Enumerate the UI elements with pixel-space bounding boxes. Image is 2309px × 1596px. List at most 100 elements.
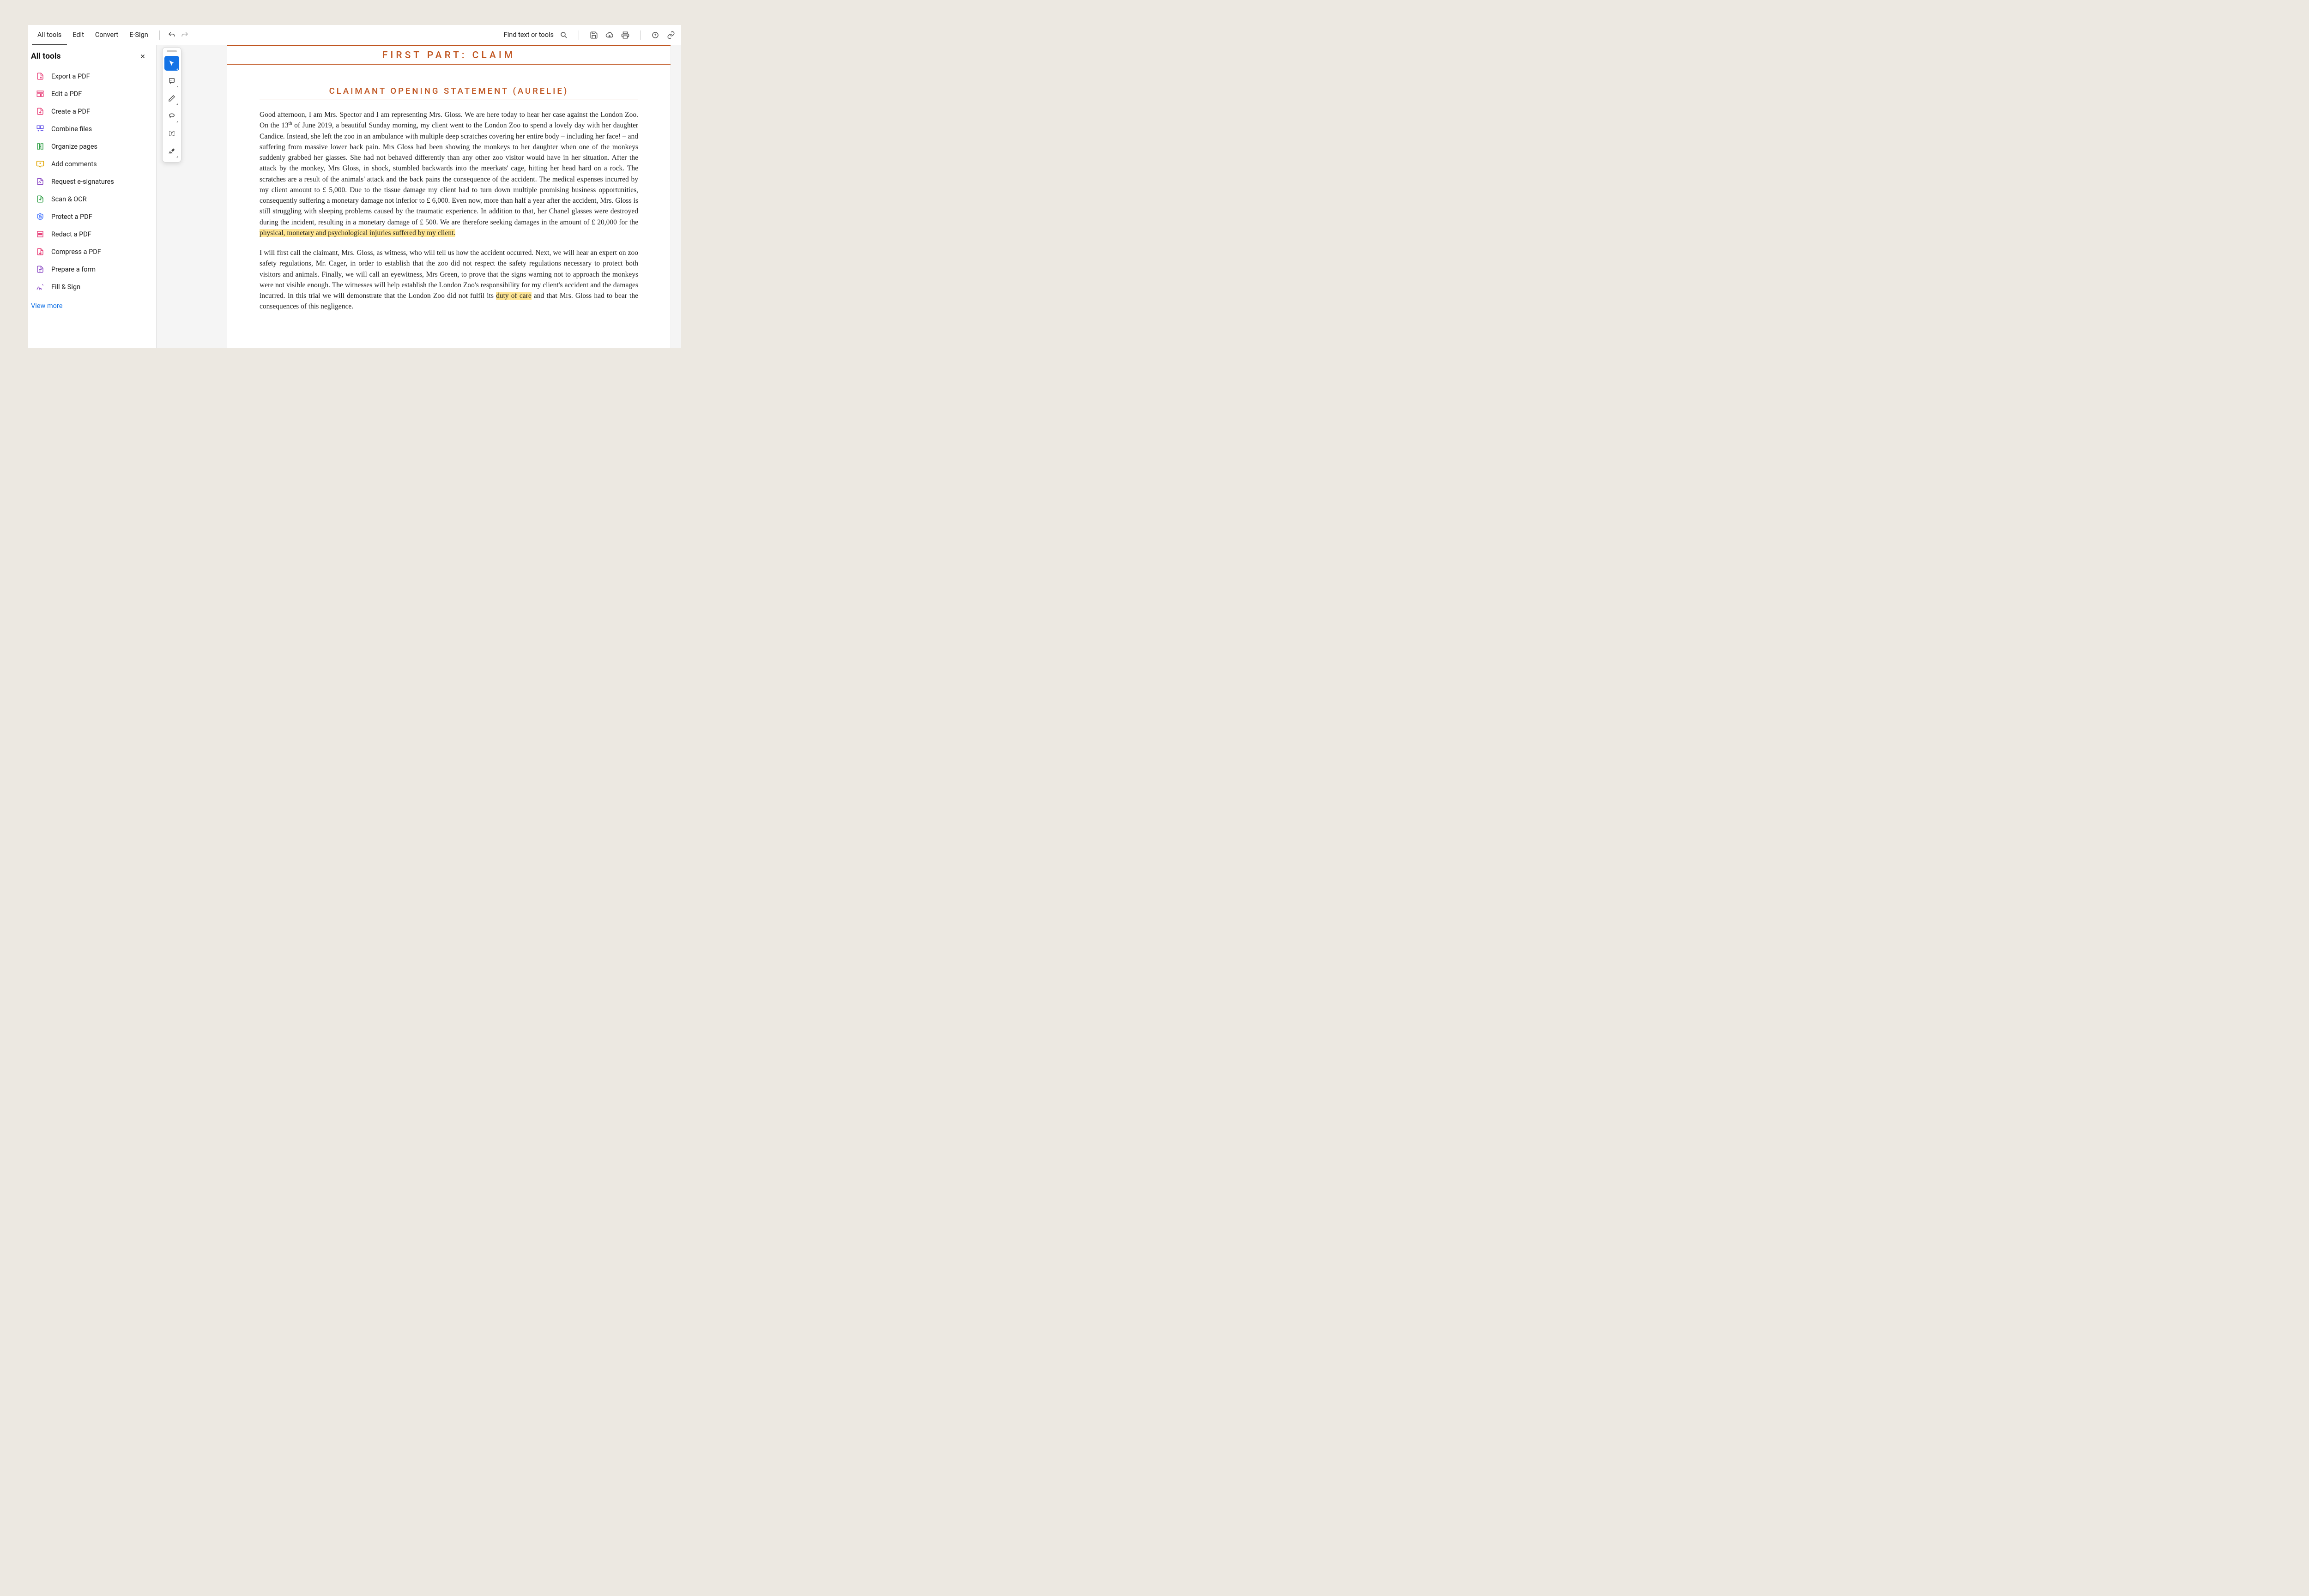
menu-label: Convert — [95, 31, 118, 39]
divider — [640, 30, 641, 40]
highlight-1: physical, monetary and psychological inj… — [260, 229, 455, 237]
tool-label: Request e-signatures — [51, 178, 114, 186]
tool-redact-a-pdf[interactable]: Redact a PDF — [28, 225, 156, 243]
tool-combine-files[interactable]: Combine files — [28, 120, 156, 138]
toolbar-left: All tools Edit Convert E-Sign — [32, 25, 191, 45]
tool-label: Add comments — [51, 160, 97, 168]
tool-add-comments[interactable]: Add comments — [28, 155, 156, 173]
close-sidebar-button[interactable] — [139, 53, 149, 60]
ai-button[interactable] — [649, 29, 662, 42]
tool-icon — [36, 72, 45, 81]
save-button[interactable] — [587, 29, 600, 42]
close-icon — [139, 53, 146, 60]
menu-edit[interactable]: Edit — [67, 25, 90, 45]
redo-button[interactable] — [178, 29, 191, 42]
print-icon — [621, 31, 629, 39]
toolbar-right: Find text or tools — [504, 29, 677, 42]
redo-icon — [181, 31, 189, 39]
menu-esign[interactable]: E-Sign — [124, 25, 154, 45]
tool-label: Protect a PDF — [51, 213, 92, 221]
quick-tools-bar[interactable] — [162, 47, 181, 163]
menu-all-tools[interactable]: All tools — [32, 25, 67, 45]
sign-tool[interactable] — [164, 144, 179, 158]
save-icon — [590, 31, 598, 39]
comment-tool[interactable] — [164, 73, 179, 88]
tool-icon — [36, 282, 45, 291]
tool-request-e-signatures[interactable]: Request e-signatures — [28, 173, 156, 190]
search-button[interactable] — [557, 29, 570, 42]
tool-label: Export a PDF — [51, 73, 90, 80]
tool-icon — [36, 247, 45, 256]
drag-grip[interactable] — [167, 50, 177, 52]
tool-label: Create a PDF — [51, 108, 90, 115]
tool-list: Export a PDF Edit a PDF Create a PDF Combin… — [28, 66, 156, 297]
tool-icon — [36, 107, 45, 116]
tool-label: Fill & Sign — [51, 283, 80, 291]
pdf-page: FIRST PART: CLAIM CLAIMANT OPENING STATE… — [227, 45, 671, 348]
divider — [159, 30, 160, 40]
highlight-2: duty of care — [496, 292, 532, 300]
all-tools-sidebar: All tools Export a PDF Edit a PDF Create a… — [28, 45, 157, 348]
sidebar-title: All tools — [31, 52, 60, 61]
search-icon — [560, 31, 568, 39]
view-more-link[interactable]: View more — [28, 297, 156, 314]
share-link-button[interactable] — [665, 29, 677, 42]
tool-label: Edit a PDF — [51, 90, 82, 98]
text-select-icon — [168, 130, 175, 137]
tool-compress-a-pdf[interactable]: Compress a PDF — [28, 243, 156, 260]
document-viewport[interactable]: FIRST PART: CLAIM CLAIMANT OPENING STATE… — [157, 45, 681, 348]
tool-label: Combine files — [51, 125, 92, 133]
select-tool[interactable] — [164, 56, 179, 71]
doc-paragraph-1: Good afternoon, I am Mrs. Spector and I … — [260, 109, 638, 238]
sidebar-header: All tools — [28, 45, 156, 66]
undo-button[interactable] — [165, 29, 178, 42]
tool-scan-ocr[interactable]: Scan & OCR — [28, 190, 156, 208]
comment-icon — [168, 77, 175, 85]
menu-label: All tools — [37, 31, 61, 39]
menu-label: Edit — [73, 31, 84, 39]
tool-label: Compress a PDF — [51, 248, 101, 256]
tool-label: Scan & OCR — [51, 195, 87, 203]
menu-convert[interactable]: Convert — [90, 25, 124, 45]
find-label[interactable]: Find text or tools — [504, 31, 554, 39]
top-toolbar: All tools Edit Convert E-Sign Find text … — [28, 25, 681, 45]
tool-icon — [36, 177, 45, 186]
tool-icon — [36, 265, 45, 274]
link-icon — [667, 31, 675, 39]
main-area: All tools Export a PDF Edit a PDF Create a… — [28, 45, 681, 348]
h1-rule-bottom: FIRST PART: CLAIM — [227, 47, 671, 65]
tool-protect-a-pdf[interactable]: Protect a PDF — [28, 208, 156, 225]
tool-organize-pages[interactable]: Organize pages — [28, 138, 156, 155]
h1-rule-top: FIRST PART: CLAIM — [227, 45, 671, 65]
app-frame: All tools Edit Convert E-Sign Find text … — [28, 25, 681, 348]
highlight-tool[interactable] — [164, 91, 179, 106]
doc-heading-2: CLAIMANT OPENING STATEMENT (AURELIE) — [260, 80, 638, 99]
doc-paragraph-2: I will first call the claimant, Mrs. Glo… — [260, 248, 638, 312]
menu-label: E-Sign — [129, 31, 148, 39]
tool-icon — [36, 142, 45, 151]
tool-icon — [36, 230, 45, 239]
tool-create-a-pdf[interactable]: Create a PDF — [28, 103, 156, 120]
tool-prepare-a-form[interactable]: Prepare a form — [28, 260, 156, 278]
tool-icon — [36, 194, 45, 204]
tool-label: Redact a PDF — [51, 230, 91, 238]
tool-label: Prepare a form — [51, 266, 96, 273]
draw-tool[interactable] — [164, 109, 179, 123]
tool-icon — [36, 89, 45, 98]
tool-edit-a-pdf[interactable]: Edit a PDF — [28, 85, 156, 103]
p1-text-b: of June 2019, a beautiful Sunday morning… — [260, 121, 638, 226]
print-button[interactable] — [619, 29, 632, 42]
signature-icon — [168, 147, 175, 155]
cursor-icon — [168, 60, 175, 67]
lasso-icon — [168, 112, 175, 120]
upload-button[interactable] — [603, 29, 616, 42]
tool-export-a-pdf[interactable]: Export a PDF — [28, 67, 156, 85]
tool-fill-sign[interactable]: Fill & Sign — [28, 278, 156, 296]
undo-icon — [168, 31, 176, 39]
sparkle-icon — [651, 31, 659, 39]
tool-icon — [36, 212, 45, 221]
tool-icon — [36, 124, 45, 133]
doc-heading-1: FIRST PART: CLAIM — [227, 47, 671, 63]
pencil-icon — [168, 95, 175, 102]
textbox-tool[interactable] — [164, 126, 179, 141]
